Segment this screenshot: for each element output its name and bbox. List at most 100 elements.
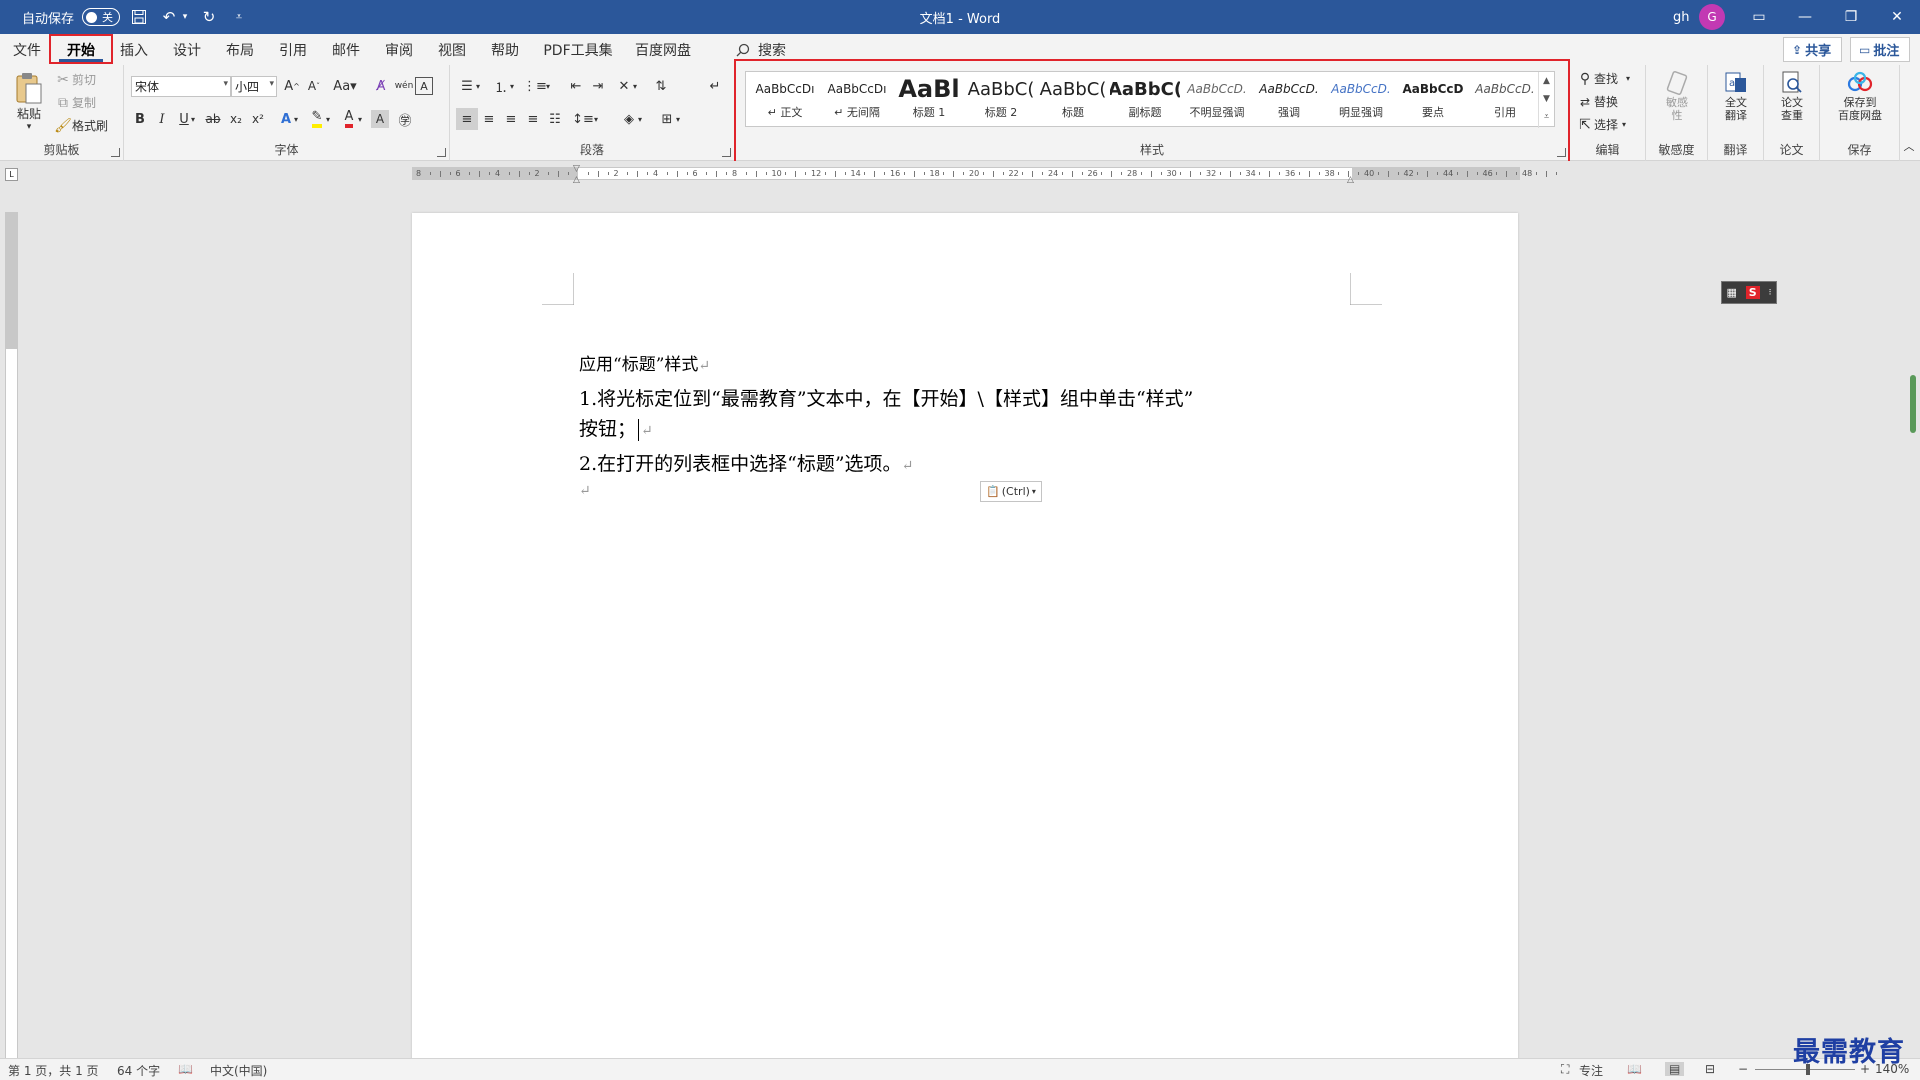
font-size-combo[interactable]: 小四 ▾ [231,76,277,97]
paste-options-button[interactable]: 📋 (Ctrl) ▾ [980,481,1042,502]
grow-font-icon[interactable]: A ^ [281,75,303,97]
right-indent-icon[interactable]: △ [1347,175,1354,185]
save-to-baidu-button[interactable]: 保存到 百度网盘 [1826,70,1894,122]
paste-dropdown-icon[interactable]: ▾ [27,122,32,132]
hanging-indent-icon[interactable]: △ [573,175,580,185]
tab-pdf-tools[interactable]: PDF工具集 [538,34,618,65]
cut-button[interactable]: ✂ 剪切 [54,71,96,88]
bullets-dropdown-icon[interactable]: ▾ [472,75,484,97]
comments-button[interactable]: ▭ 批注 [1850,37,1910,62]
doc-step-1[interactable]: 1.将光标定位到“最需教育”文本中，在【开始】\【样式】组中单击“样式” [579,384,1193,411]
find-dropdown-icon[interactable]: ▾ [1626,74,1630,83]
clear-formatting-icon[interactable]: A̸ [370,75,392,97]
change-case-icon[interactable]: Aa▾ [330,75,360,97]
focus-label[interactable]: 专注 [1579,1062,1603,1079]
share-button[interactable]: ⇪ 共享 [1783,37,1842,62]
superscript-icon[interactable]: x² [247,108,269,130]
zoom-slider[interactable] [1755,1069,1855,1070]
doc-step-2[interactable]: 2.在打开的列表框中选择“标题”选项。↵ [579,449,913,476]
italic-icon[interactable]: I [151,108,173,130]
underline-dropdown-icon[interactable]: ▾ [187,108,199,130]
vertical-scrollbar-thumb[interactable] [1910,375,1916,433]
tab-review[interactable]: 审阅 [379,34,419,65]
tab-design[interactable]: 设计 [167,34,207,65]
doc-heading-line[interactable]: 应用“标题”样式↵ [579,350,710,375]
align-center-icon[interactable]: ≡ [478,108,500,130]
paper-check-button[interactable]: 论文 查重 [1768,70,1816,122]
undo-icon[interactable]: ↶ [158,6,180,28]
shading-dropdown-icon[interactable]: ▾ [634,108,646,130]
keyboard-icon[interactable]: ▦ [1726,286,1736,299]
distributed-icon[interactable]: ☷ [544,108,566,130]
document-page[interactable]: 应用“标题”样式↵ 1.将光标定位到“最需教育”文本中，在【开始】\【样式】组中… [412,213,1518,1063]
bold-icon[interactable]: B [129,108,151,130]
avatar[interactable]: G [1699,4,1725,30]
sensitivity-button[interactable]: 敏感 性 [1654,70,1700,122]
collapse-ribbon-icon[interactable]: ︿ [1898,135,1920,157]
clipboard-launcher-icon[interactable] [111,148,120,157]
read-mode-icon[interactable]: 📖 [1627,1062,1642,1076]
format-painter-button[interactable]: 🖌 格式刷 [54,117,108,134]
justify-icon[interactable]: ≡ [522,108,544,130]
font-launcher-icon[interactable] [437,148,446,157]
align-left-icon[interactable]: ≡ [456,108,478,130]
empty-paragraph[interactable]: ↵ [579,483,591,499]
enclose-characters-icon[interactable]: ㊫ [394,108,416,130]
strikethrough-icon[interactable]: ab [202,108,224,130]
find-button[interactable]: ⚲ 查找 ▾ [1576,70,1630,87]
align-right-icon[interactable]: ≡ [500,108,522,130]
ime-menu-icon[interactable]: ⁝ [1769,288,1772,298]
character-shading-icon[interactable]: A [371,110,389,128]
sogou-logo-icon[interactable]: S [1745,286,1760,299]
character-border-icon[interactable]: A [415,77,433,95]
page-count[interactable]: 第 1 页，共 1 页 [8,1062,99,1079]
decrease-indent-icon[interactable]: ⇤ [565,75,587,97]
restore-icon[interactable]: ❐ [1828,0,1874,34]
autosave[interactable]: 自动保存 关 [22,0,121,34]
tab-baidu-netdisk[interactable]: 百度网盘 [628,34,698,65]
replace-button[interactable]: ⇄ 替换 [1576,93,1618,110]
customize-qat-icon[interactable]: ⩡ [228,6,250,28]
tab-file[interactable]: 文件 [8,34,46,65]
paste-button[interactable]: 粘贴 ▾ [10,71,48,143]
copy-button[interactable]: ⧉ 复制 [54,94,96,111]
ribbon-display-icon[interactable]: ▭ [1736,0,1782,34]
focus-icon[interactable]: ⛶ [1561,1062,1569,1077]
doc-step-1-cont[interactable]: 按钮； ↵ [579,414,653,441]
tab-insert[interactable]: 插入 [114,34,154,65]
user-name[interactable]: gh [1673,0,1690,34]
full-text-translate-button[interactable]: a 全文 翻译 [1712,70,1760,122]
tab-help[interactable]: 帮助 [485,34,525,65]
close-icon[interactable]: ✕ [1874,0,1920,34]
autosave-toggle[interactable]: 关 [82,8,121,26]
borders-dropdown-icon[interactable]: ▾ [672,108,684,130]
tab-references[interactable]: 引用 [273,34,313,65]
subscript-icon[interactable]: x₂ [225,108,247,130]
zoom-out-icon[interactable]: − [1738,1062,1748,1076]
line-spacing-dropdown-icon[interactable]: ▾ [590,108,602,130]
tab-view[interactable]: 视图 [432,34,472,65]
chinese-layout-dropdown-icon[interactable]: ▾ [629,75,641,97]
font-color-dropdown-icon[interactable]: ▾ [354,108,366,130]
highlight-dropdown-icon[interactable]: ▾ [322,108,334,130]
phonetic-guide-icon[interactable]: wén [393,75,415,97]
tab-selector-icon[interactable]: L [5,168,18,181]
first-line-indent-icon[interactable]: ▽ [573,164,580,174]
select-button[interactable]: ⇱ 选择 ▾ [1576,116,1626,133]
proofing-icon[interactable]: 📖 [178,1062,193,1076]
language-indicator[interactable]: 中文(中国) [210,1062,267,1079]
save-icon[interactable] [128,6,150,28]
tab-mailings[interactable]: 邮件 [326,34,366,65]
show-marks-icon[interactable]: ↵ [704,75,726,97]
tab-layout[interactable]: 布局 [220,34,260,65]
numbering-dropdown-icon[interactable]: ▾ [506,75,518,97]
web-layout-icon[interactable]: ⊟ [1705,1062,1715,1076]
text-effects-dropdown-icon[interactable]: ▾ [290,108,302,130]
print-layout-icon[interactable]: ▤ [1665,1062,1685,1076]
word-count[interactable]: 64 个字 [117,1062,160,1079]
font-name-combo[interactable]: 宋体 ▾ [131,76,231,97]
sort-icon[interactable]: ⇅ [650,75,672,97]
undo-dropdown-icon[interactable]: ▾ [180,6,190,28]
select-dropdown-icon[interactable]: ▾ [1622,120,1626,129]
minimize-icon[interactable]: — [1782,0,1828,34]
